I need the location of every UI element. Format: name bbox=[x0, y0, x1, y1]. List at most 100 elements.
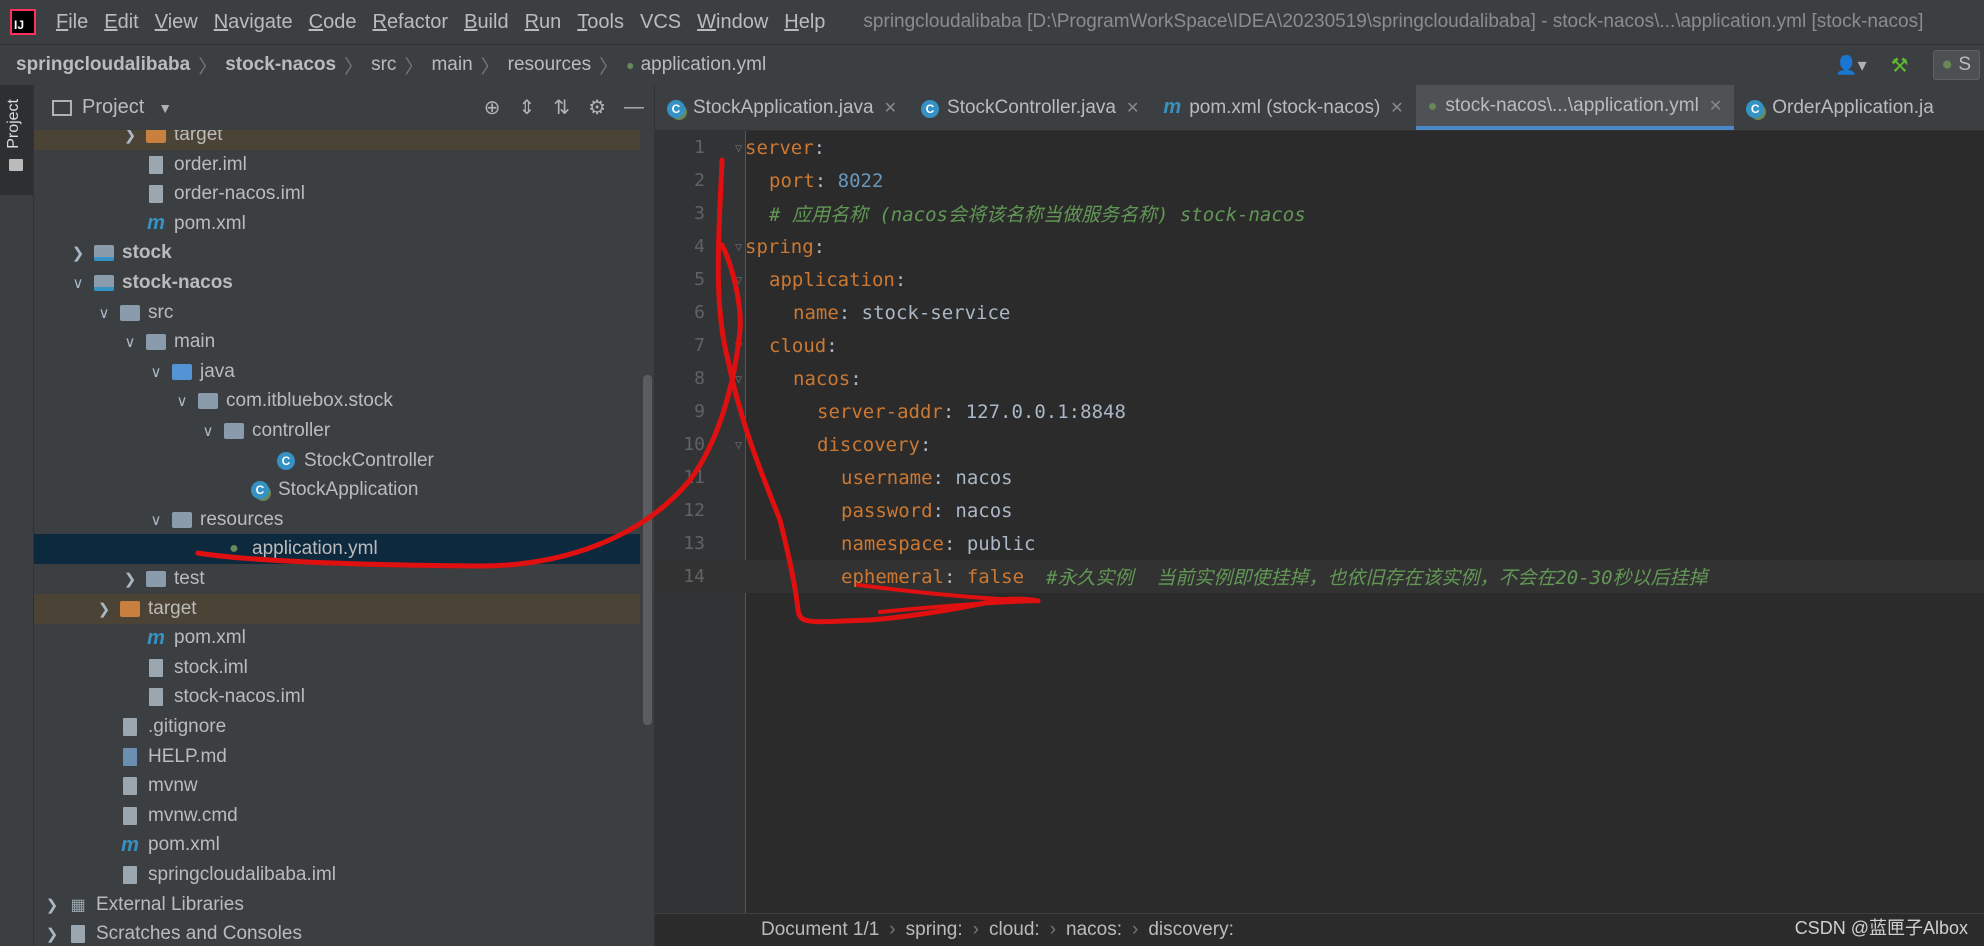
editor-breadcrumb-item[interactable]: nacos: bbox=[1066, 919, 1122, 941]
tree-item[interactable]: stock.iml bbox=[34, 653, 654, 683]
tree-item[interactable]: ❯ ▦ External Libraries bbox=[34, 890, 654, 920]
tree-item[interactable]: ● application.yml bbox=[34, 534, 654, 565]
intellij-logo-icon: IJ bbox=[10, 9, 36, 35]
user-icon[interactable]: 👤▾ bbox=[1835, 55, 1866, 76]
tree-item[interactable]: ∨ main bbox=[34, 327, 654, 357]
tree-item[interactable]: m pom.xml bbox=[34, 209, 654, 239]
editor-tab[interactable]: C StockApplication.java ✕ bbox=[655, 85, 909, 130]
fold-icon[interactable]: ▽ bbox=[735, 141, 742, 155]
expanded-chevron-icon[interactable]: ∨ bbox=[148, 363, 164, 381]
tree-item[interactable]: ∨ java bbox=[34, 357, 654, 387]
tree-scrollbar[interactable] bbox=[640, 130, 654, 946]
tree-item[interactable]: ∨ com.itbluebox.stock bbox=[34, 386, 654, 416]
editor-breadcrumb-item[interactable]: Document 1/1 bbox=[761, 919, 879, 941]
fold-icon[interactable]: ▽ bbox=[735, 273, 742, 287]
menu-item-view[interactable]: View bbox=[155, 11, 198, 34]
collapsed-chevron-icon[interactable]: ❯ bbox=[44, 925, 60, 943]
menu-item-tools[interactable]: Tools bbox=[577, 11, 624, 34]
tree-item[interactable]: .gitignore bbox=[34, 712, 654, 742]
tree-item[interactable]: ❯ target bbox=[34, 593, 654, 624]
build-hammer-icon[interactable]: ⚒ bbox=[1891, 53, 1909, 78]
menu-item-navigate[interactable]: Navigate bbox=[214, 11, 293, 34]
collapsed-chevron-icon[interactable]: ❯ bbox=[70, 244, 86, 262]
expanded-chevron-icon[interactable]: ∨ bbox=[122, 333, 138, 351]
close-icon[interactable]: ✕ bbox=[884, 98, 897, 118]
close-icon[interactable]: ✕ bbox=[1390, 98, 1403, 118]
view-mode-dropdown-icon[interactable]: ▼ bbox=[158, 100, 172, 116]
editor-breadcrumb-item[interactable]: discovery: bbox=[1148, 919, 1234, 941]
yaml-key: application bbox=[769, 268, 895, 291]
editor-tab[interactable]: ● stock-nacos\...\application.yml ✕ bbox=[1415, 85, 1735, 130]
tree-item-label: main bbox=[174, 331, 216, 353]
menu-item-edit[interactable]: Edit bbox=[104, 11, 138, 34]
tree-item[interactable]: mvnw bbox=[34, 771, 654, 801]
tree-item[interactable]: C StockApplication bbox=[34, 475, 654, 505]
line-number: 13 bbox=[683, 533, 705, 554]
expanded-chevron-icon[interactable]: ∨ bbox=[70, 274, 86, 292]
nav-crumb[interactable]: springcloudalibaba bbox=[16, 54, 190, 76]
tree-item[interactable]: ❯ stock bbox=[34, 238, 654, 268]
yaml-colon: : bbox=[919, 433, 932, 456]
menu-item-build[interactable]: Build bbox=[464, 11, 508, 34]
editor-breadcrumb-item[interactable]: cloud: bbox=[989, 919, 1040, 941]
menu-item-window[interactable]: Window bbox=[697, 11, 768, 34]
menu-item-help[interactable]: Help bbox=[784, 11, 825, 34]
run-config-selector[interactable]: ● S bbox=[1932, 50, 1980, 80]
tree-item[interactable]: HELP.md bbox=[34, 742, 654, 772]
editor-breadcrumb-item[interactable]: spring: bbox=[906, 919, 963, 941]
tree-item[interactable]: ❯ test bbox=[34, 564, 654, 594]
nav-crumb[interactable]: ● application.yml bbox=[626, 54, 766, 76]
tree-item[interactable]: ∨ src bbox=[34, 298, 654, 328]
hide-panel-icon[interactable]: — bbox=[624, 96, 644, 119]
nav-crumb[interactable]: stock-nacos bbox=[225, 54, 336, 76]
locate-file-icon[interactable]: ⊕ bbox=[484, 95, 501, 120]
collapsed-chevron-icon[interactable]: ❯ bbox=[122, 570, 138, 588]
close-icon[interactable]: ✕ bbox=[1709, 96, 1722, 116]
tree-scrollbar-thumb[interactable] bbox=[643, 375, 652, 725]
nav-crumb[interactable]: main bbox=[431, 54, 472, 76]
expand-all-icon[interactable]: ⇕ bbox=[519, 95, 536, 120]
tree-item[interactable]: springcloudalibaba.iml bbox=[34, 860, 654, 890]
menu-label-rest: indow bbox=[716, 10, 769, 33]
editor-tab[interactable]: m pom.xml (stock-nacos) ✕ bbox=[1151, 85, 1415, 130]
tree-item[interactable]: m pom.xml bbox=[34, 830, 654, 860]
close-icon[interactable]: ✕ bbox=[1126, 98, 1139, 118]
module-icon bbox=[94, 243, 114, 263]
expanded-chevron-icon[interactable]: ∨ bbox=[200, 422, 216, 440]
tree-item[interactable]: mvnw.cmd bbox=[34, 801, 654, 831]
nav-crumb[interactable]: src bbox=[371, 54, 396, 76]
tree-item[interactable]: stock-nacos.iml bbox=[34, 682, 654, 712]
tree-item[interactable]: ❯ target bbox=[34, 130, 654, 150]
collapsed-chevron-icon[interactable]: ❯ bbox=[44, 896, 60, 914]
tree-item[interactable]: ∨ resources bbox=[34, 505, 654, 535]
resources-folder-icon bbox=[172, 510, 192, 530]
fold-icon[interactable]: ▽ bbox=[735, 438, 742, 452]
expanded-chevron-icon[interactable]: ∨ bbox=[148, 511, 164, 529]
collapsed-chevron-icon[interactable]: ❯ bbox=[96, 600, 112, 618]
expanded-chevron-icon[interactable]: ∨ bbox=[96, 304, 112, 322]
breadcrumb: springcloudalibaba 〉 stock-nacos 〉 src 〉 main 〉… bbox=[0, 52, 766, 79]
tree-item[interactable]: m pom.xml bbox=[34, 623, 654, 653]
tree-item[interactable]: ❯ Scratches and Consoles bbox=[34, 919, 654, 946]
menu-item-file[interactable]: File bbox=[56, 11, 88, 34]
fold-icon[interactable]: ▽ bbox=[735, 372, 742, 386]
fold-icon[interactable]: ▽ bbox=[735, 240, 742, 254]
tree-item[interactable]: order-nacos.iml bbox=[34, 179, 654, 209]
editor-tab[interactable]: C OrderApplication.ja bbox=[1734, 85, 1946, 130]
tree-item[interactable]: ∨ stock-nacos bbox=[34, 268, 654, 298]
tree-item[interactable]: C StockController bbox=[34, 446, 654, 476]
editor-tab[interactable]: C StockController.java ✕ bbox=[909, 85, 1151, 130]
collapse-all-icon[interactable]: ⇅ bbox=[553, 95, 570, 120]
tree-item[interactable]: order.iml bbox=[34, 150, 654, 180]
gear-icon[interactable]: ⚙ bbox=[588, 95, 606, 120]
tree-item[interactable]: ∨ controller bbox=[34, 416, 654, 446]
project-tool-tab[interactable]: Project bbox=[0, 85, 33, 195]
menu-item-code[interactable]: Code bbox=[309, 11, 357, 34]
collapsed-chevron-icon[interactable]: ❯ bbox=[122, 130, 138, 144]
fold-icon[interactable]: ▽ bbox=[735, 339, 742, 353]
menu-item-run[interactable]: Run bbox=[525, 11, 562, 34]
menu-item-refactor[interactable]: Refactor bbox=[372, 11, 448, 34]
nav-crumb[interactable]: resources bbox=[508, 54, 591, 76]
expanded-chevron-icon[interactable]: ∨ bbox=[174, 392, 190, 410]
menu-item-vcs[interactable]: VCS bbox=[640, 11, 681, 34]
